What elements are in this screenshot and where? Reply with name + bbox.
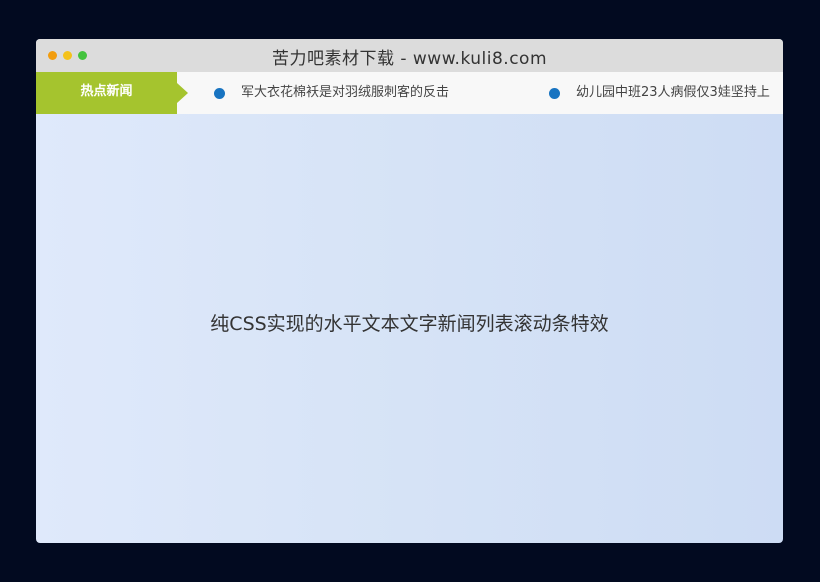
news-item[interactable]: 军大衣花棉袄是对羽绒服刺客的反击 [214, 72, 534, 114]
window-title: 苦力吧素材下载 - www.kuli8.com [271, 49, 548, 69]
browser-window: 苦力吧素材下载 - www.kuli8.com 热点新闻 军大衣花棉袄是对羽绒服… [36, 39, 783, 543]
news-item-text: 军大衣花棉袄是对羽绒服刺客的反击 [241, 85, 450, 100]
news-ticker: 热点新闻 军大衣花棉袄是对羽绒服刺客的反击 幼儿园中班23人病假仅3娃坚持上 [36, 72, 783, 114]
bullet-icon [214, 88, 225, 99]
news-item-text: 幼儿园中班23人病假仅3娃坚持上 [576, 85, 770, 100]
news-item[interactable]: 幼儿园中班23人病假仅3娃坚持上 [549, 72, 783, 114]
page-caption: 纯CSS实现的水平文本文字新闻列表滚动条特效 [210, 313, 609, 335]
title-bar: 苦力吧素材下载 - www.kuli8.com [36, 39, 783, 73]
ticker-label: 热点新闻 [36, 72, 177, 114]
bullet-icon [549, 88, 560, 99]
ticker-arrow-icon [177, 83, 188, 103]
